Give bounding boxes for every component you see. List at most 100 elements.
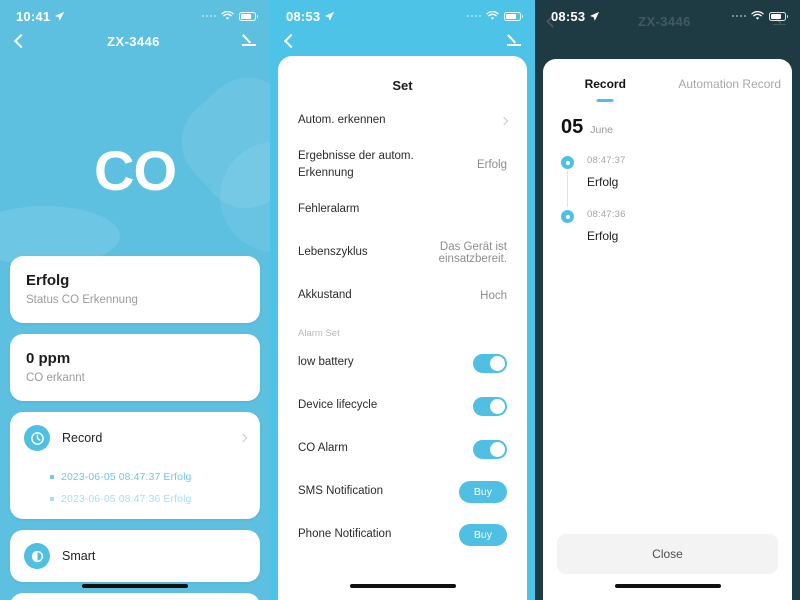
status-bar-time-group: 10:41	[16, 9, 65, 24]
phone-screen-device-home: 10:41 ZX-3446 CO Erfolg Status CO Erkenn…	[0, 0, 270, 600]
hero-gas-label: CO	[94, 139, 177, 202]
bullet-icon	[50, 497, 54, 501]
toggle-device-lifecycle[interactable]	[473, 396, 507, 416]
setting-label: Device lifecycle	[298, 399, 378, 412]
setting-row-co-alarm[interactable]: CO Alarm	[298, 428, 507, 471]
signal-dots-icon	[201, 14, 216, 18]
wifi-icon	[751, 11, 764, 21]
alarm-set-group-header: Alarm Set	[298, 327, 340, 339]
setting-row-ergebnisse: Ergebnisse der autom. Erkennung Erfolg	[298, 142, 507, 189]
setting-row-sms-notification[interactable]: SMS Notification Buy	[298, 471, 507, 514]
nav-bar: ZX-3446	[0, 26, 270, 56]
tab-bar: Record Automation Record	[543, 59, 792, 102]
timeline-entry-body: 08:47:37 Erfolg	[587, 155, 626, 189]
smart-card[interactable]: Smart	[10, 530, 260, 582]
timeline-text: Erfolg	[587, 175, 619, 189]
record-entry-text: 2023-06-05 08:47:36 Erfolg	[61, 493, 192, 505]
status-bar: 08:53	[535, 0, 800, 26]
timeline-connector	[567, 171, 568, 207]
contrast-circle-icon	[24, 543, 50, 569]
list-item[interactable]: 2023-06-05 08:47:37 Erfolg	[50, 471, 260, 483]
status-bar-indicators	[201, 11, 258, 21]
card-list: Erfolg Status CO Erkennung 0 ppm CO erka…	[0, 256, 270, 600]
setting-label: Lebenszyklus	[298, 246, 368, 259]
record-card-header[interactable]: Record	[10, 412, 260, 461]
nav-bar	[270, 26, 535, 56]
home-indicator	[349, 584, 456, 588]
setting-row-autom-erkennen[interactable]: Autom. erkennen	[298, 99, 509, 142]
chevron-right-icon	[499, 116, 509, 125]
sheet-title: Set	[392, 78, 413, 93]
setting-label: Phone Notification	[298, 528, 392, 541]
list-item: 08:47:36 Erfolg	[561, 209, 792, 263]
list-item[interactable]: 2023-06-05 08:47:36 Erfolg	[50, 493, 260, 505]
location-arrow-icon	[54, 11, 65, 22]
date-day: 05	[561, 116, 584, 138]
status-card: Erfolg Status CO Erkennung	[10, 256, 260, 323]
setting-label: low battery	[298, 356, 354, 369]
chevron-left-icon[interactable]	[283, 33, 299, 49]
status-card-title: Erfolg	[26, 272, 70, 289]
timeline-time: 08:47:36	[587, 209, 626, 220]
set-card[interactable]: Set	[10, 593, 260, 600]
setting-label: Autom. erkennen	[298, 113, 386, 126]
location-arrow-icon	[324, 11, 335, 22]
timeline-dot-icon	[561, 156, 574, 169]
buy-button-sms[interactable]: Buy	[458, 481, 507, 503]
record-card[interactable]: Record 2023-06-05 08:47:37 Erfolg 2023-0…	[10, 412, 260, 519]
signal-dots-icon	[731, 14, 746, 18]
date-month: June	[590, 124, 614, 136]
pencil-icon[interactable]	[506, 33, 522, 49]
timeline-time: 08:47:37	[587, 155, 626, 166]
status-bar: 08:53	[270, 0, 535, 26]
phone-screen-record-modal: ZX-3446 08:53 Record Automation Record 0…	[535, 0, 800, 600]
setting-label: Ergebnisse der autom. Erkennung	[298, 150, 414, 180]
battery-icon	[239, 11, 258, 21]
battery-icon	[769, 11, 788, 21]
buy-button-phone[interactable]: Buy	[458, 524, 507, 546]
toggle-low-battery[interactable]	[473, 353, 507, 373]
status-bar-time-group: 08:53	[551, 9, 600, 24]
home-indicator	[614, 584, 721, 588]
status-bar-time: 08:53	[286, 8, 321, 24]
setting-row-device-lifecycle[interactable]: Device lifecycle	[298, 385, 507, 428]
reading-card: 0 ppm CO erkannt	[10, 334, 260, 401]
hero-section: CO	[0, 56, 270, 266]
timeline-list: 08:47:37 Erfolg 08:47:36 Erfolg	[543, 139, 792, 534]
record-entry-list: 2023-06-05 08:47:37 Erfolg 2023-06-05 08…	[10, 471, 260, 519]
status-bar: 10:41	[0, 0, 270, 26]
setting-row-phone-notification[interactable]: Phone Notification Buy	[298, 514, 507, 557]
status-bar-time: 08:53	[551, 8, 586, 24]
reading-card-value: 0 ppm	[26, 350, 71, 367]
record-card-label: Record	[62, 431, 103, 445]
close-button[interactable]: Close	[557, 534, 778, 574]
smart-card-row[interactable]: Smart	[10, 530, 260, 582]
toggle-co-alarm[interactable]	[473, 439, 507, 459]
reading-card-subtitle: CO erkannt	[26, 372, 85, 384]
timeline-dot-icon	[561, 210, 574, 223]
setting-row-lebenszyklus: Lebenszyklus Das Gerät ist einsatzbereit…	[298, 232, 507, 275]
chevron-left-icon[interactable]	[13, 33, 29, 49]
setting-label: Fehleralarm	[298, 203, 360, 216]
clock-icon	[24, 425, 50, 451]
screenshot-root: 10:41 ZX-3446 CO Erfolg Status CO Erkenn…	[0, 0, 800, 600]
tab-record[interactable]: Record	[543, 77, 668, 102]
record-modal: Record Automation Record 05 June 08:47:3…	[543, 59, 792, 600]
battery-icon	[504, 11, 523, 21]
signal-dots-icon	[466, 14, 481, 18]
location-arrow-icon	[589, 11, 600, 22]
setting-row-low-battery[interactable]: low battery	[298, 342, 507, 385]
setting-label: SMS Notification	[298, 485, 384, 498]
status-bar-indicators	[466, 11, 523, 21]
setting-value: Das Gerät ist einsatzbereit.	[438, 241, 507, 265]
setting-value: Hoch	[480, 290, 507, 302]
status-card-subtitle: Status CO Erkennung	[26, 294, 138, 306]
pencil-icon[interactable]	[241, 33, 257, 49]
wifi-icon	[486, 11, 499, 21]
status-bar-time: 10:41	[16, 8, 51, 24]
smart-card-label: Smart	[62, 549, 96, 563]
set-card-row[interactable]: Set	[10, 593, 260, 600]
timeline-entry-body: 08:47:36 Erfolg	[587, 209, 626, 243]
settings-sheet: Set Autom. erkennen Ergebnisse der autom…	[278, 56, 527, 600]
tab-automation-record[interactable]: Automation Record	[668, 77, 793, 102]
